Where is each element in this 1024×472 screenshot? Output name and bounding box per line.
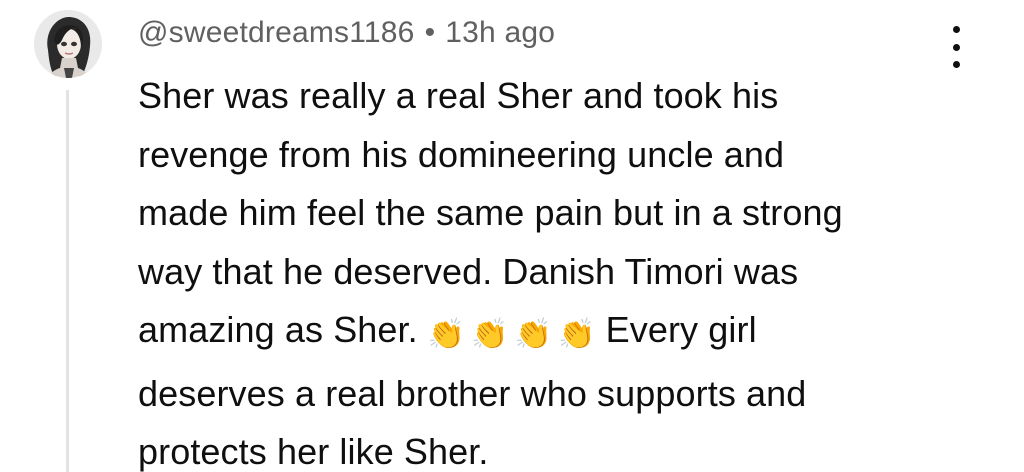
separator-dot: • (424, 16, 436, 49)
comment-line: way that he deserved. Danish Timori was (138, 250, 799, 292)
reply-thread-line (66, 90, 69, 472)
comment-text: Sher was really a real Sher and took his… (138, 67, 938, 472)
user-avatar[interactable] (34, 10, 102, 78)
comment: @sweetdreams1186 • 13h ago Sher was really… (0, 0, 1024, 472)
comment-line: Sher was really a real Sher and took his (138, 75, 779, 116)
kebab-dot (952, 43, 960, 51)
username-link[interactable]: @sweetdreams1186 (138, 16, 415, 49)
more-vertical-icon[interactable] (944, 26, 968, 68)
comment-line-part: Every girl (605, 309, 757, 350)
comment-line: made him feel the same pain but in a str… (138, 192, 843, 233)
clapping-hands-emoji-group: 👏 👏 👏 👏 (428, 301, 602, 365)
comment-line: amazing as Sher. 👏 👏 👏 👏 Every girl (138, 301, 938, 365)
comment-line: protects her like Sher. (138, 431, 489, 472)
comment-line: revenge from his domineering uncle and (138, 133, 785, 175)
clapping-hands-icon: 👏 (471, 317, 509, 352)
kebab-dot (952, 61, 960, 68)
clapping-hands-icon: 👏 (558, 317, 596, 352)
comment-header: @sweetdreams1186 • 13h ago (138, 16, 555, 50)
comment-line: deserves a real brother who supports and (138, 372, 807, 414)
timestamp[interactable]: 13h ago (445, 16, 555, 49)
kebab-dot (952, 26, 960, 33)
clapping-hands-icon: 👏 (427, 317, 466, 352)
girl-avatar-icon (34, 10, 102, 78)
comment-line-part: amazing as Sher. (138, 309, 418, 350)
clapping-hands-icon: 👏 (514, 317, 553, 352)
